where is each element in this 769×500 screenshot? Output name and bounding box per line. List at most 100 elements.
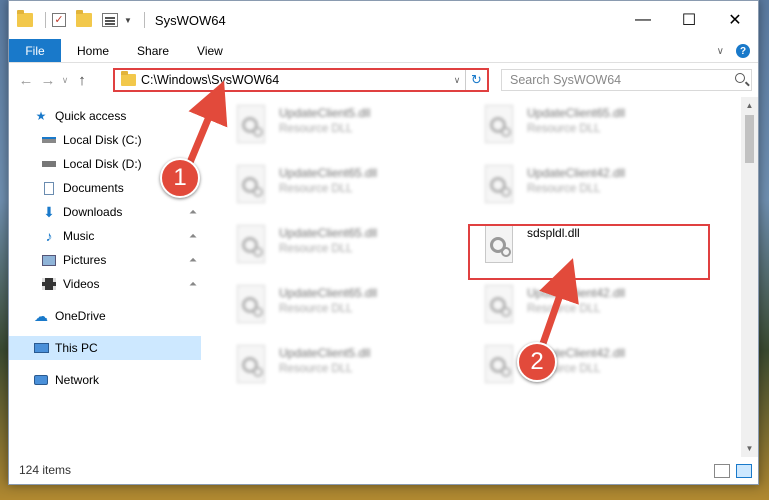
vertical-scrollbar[interactable]: ▲ ▼ <box>741 97 758 457</box>
quick-access-toolbar: ✓ ▼ <box>17 1 151 39</box>
tab-view[interactable]: View <box>183 39 237 62</box>
sidebar-item-label: OneDrive <box>55 309 106 323</box>
scrollbar-thumb[interactable] <box>745 115 754 163</box>
network-icon <box>33 373 49 387</box>
sidebar-item-onedrive[interactable]: ☁ OneDrive <box>9 304 201 328</box>
file-type: Resource DLL <box>527 183 601 195</box>
pictures-icon <box>41 253 57 267</box>
properties-icon[interactable] <box>102 13 118 27</box>
file-highlight-box <box>468 224 710 280</box>
properties-check-icon[interactable]: ✓ <box>52 13 66 27</box>
search-icon <box>735 73 745 83</box>
file-item[interactable]: UpdateClient5.dll Resource DLL <box>233 345 453 401</box>
downloads-icon: ⬇ <box>43 203 55 220</box>
file-name: UpdateClient65.dll <box>279 286 378 300</box>
dll-file-icon <box>233 165 269 209</box>
minimize-button[interactable]: — <box>620 1 666 39</box>
file-type: Resource DLL <box>279 243 353 255</box>
videos-icon <box>41 277 57 291</box>
file-item[interactable]: UpdateClient42.dll Resource DLL <box>481 345 701 401</box>
status-bar: 124 items <box>9 456 758 484</box>
sidebar-item-music[interactable]: ♪ Music ⏶ <box>9 224 201 248</box>
sidebar-item-label: Local Disk (C:) <box>63 133 142 147</box>
pin-icon[interactable]: ⏶ <box>189 279 197 290</box>
sidebar-item-local-disk-c[interactable]: Local Disk (C:) <box>9 128 201 152</box>
forward-arrow-icon[interactable]: → <box>37 72 59 89</box>
dll-file-icon <box>233 345 269 389</box>
sidebar-item-quick-access[interactable]: ★ Quick access <box>9 104 201 128</box>
address-dropdown-chevron-icon[interactable]: ∨ <box>449 75 465 86</box>
sidebar-item-videos[interactable]: Videos ⏶ <box>9 272 201 296</box>
folder-icon <box>17 10 33 27</box>
pin-icon[interactable]: ⏶ <box>189 255 197 266</box>
file-type: Resource DLL <box>527 123 601 135</box>
dll-file-icon <box>481 105 517 149</box>
refresh-icon[interactable]: ↻ <box>465 70 487 90</box>
navigation-bar: ← → ∨ ↑ C:\Windows\SysWOW64 ∨ ↻ Search S… <box>9 63 758 97</box>
dll-file-icon <box>233 225 269 269</box>
dll-file-icon <box>233 285 269 329</box>
file-type: Resource DLL <box>279 123 353 135</box>
sidebar-item-label: Pictures <box>63 253 107 267</box>
navigation-pane: ★ Quick access Local Disk (C:) Local Dis… <box>9 97 201 457</box>
file-type: Resource DLL <box>527 303 601 315</box>
file-name: UpdateClient5.dll <box>279 346 371 360</box>
sidebar-item-label: Network <box>55 373 100 387</box>
back-arrow-icon[interactable]: ← <box>15 72 37 89</box>
sidebar-item-label: Downloads <box>63 205 123 219</box>
tab-file[interactable]: File <box>9 39 61 62</box>
drive-icon <box>41 133 57 147</box>
sidebar-item-pictures[interactable]: Pictures ⏶ <box>9 248 201 272</box>
address-bar[interactable]: C:\Windows\SysWOW64 ∨ ↻ <box>113 68 489 92</box>
address-path[interactable]: C:\Windows\SysWOW64 <box>141 73 449 87</box>
window-controls: — ☐ ✕ <box>620 1 758 39</box>
file-item[interactable]: UpdateClient65.dll Resource DLL <box>233 285 453 341</box>
details-view-icon[interactable] <box>714 464 730 478</box>
sidebar-item-label: This PC <box>55 341 98 355</box>
file-item[interactable]: UpdateClient65.dll Resource DLL <box>233 225 453 281</box>
file-name: UpdateClient65.dll <box>279 226 378 240</box>
tab-share[interactable]: Share <box>123 39 183 62</box>
step-badge-1: 1 <box>160 158 200 198</box>
file-item[interactable]: UpdateClient42.dll Resource DLL <box>481 285 701 341</box>
scroll-down-arrow-icon[interactable]: ▼ <box>741 440 758 457</box>
drive-icon <box>41 157 57 171</box>
large-icons-view-icon[interactable] <box>736 464 752 478</box>
window-title: SysWOW64 <box>154 12 226 28</box>
file-type: Resource DLL <box>279 363 353 375</box>
computer-icon <box>33 341 49 355</box>
star-icon: ★ <box>35 109 47 123</box>
file-item[interactable]: UpdateClient65.dll Resource DLL <box>233 165 453 221</box>
search-placeholder: Search SysWOW64 <box>510 73 622 87</box>
sidebar-item-this-pc[interactable]: This PC <box>9 336 201 360</box>
documents-icon <box>41 181 57 195</box>
sidebar-item-label: Local Disk (D:) <box>63 157 142 171</box>
sidebar-item-downloads[interactable]: ⬇ Downloads ⏶ <box>9 200 201 224</box>
file-item[interactable]: UpdateClient5.dll Resource DLL <box>233 105 453 161</box>
file-name: UpdateClient42.dll <box>527 166 626 180</box>
dll-file-icon <box>481 285 517 329</box>
cloud-icon: ☁ <box>34 307 48 324</box>
expand-ribbon-chevron-icon[interactable]: ∨ <box>717 46 724 57</box>
ribbon-right: ∨ ? <box>717 39 750 63</box>
close-button[interactable]: ✕ <box>712 1 758 39</box>
maximize-button[interactable]: ☐ <box>666 1 712 39</box>
customize-toolbar-chevron-icon[interactable]: ▼ <box>124 16 132 25</box>
search-input[interactable]: Search SysWOW64 <box>501 69 752 91</box>
tab-home[interactable]: Home <box>61 39 123 62</box>
file-name: UpdateClient42.dll <box>527 286 626 300</box>
scroll-up-arrow-icon[interactable]: ▲ <box>741 97 758 114</box>
new-folder-icon[interactable] <box>76 10 92 27</box>
help-icon[interactable]: ? <box>736 44 750 58</box>
sidebar-item-label: Music <box>63 229 95 243</box>
file-type: Resource DLL <box>279 183 353 195</box>
pin-icon[interactable]: ⏶ <box>189 231 197 242</box>
up-arrow-icon[interactable]: ↑ <box>71 72 93 89</box>
file-item[interactable]: UpdateClient65.dll Resource DLL <box>481 105 701 161</box>
file-item[interactable]: UpdateClient42.dll Resource DLL <box>481 165 701 221</box>
pin-icon[interactable]: ⏶ <box>189 207 197 218</box>
sidebar-item-label: Documents <box>63 181 124 195</box>
recent-locations-chevron-icon[interactable]: ∨ <box>59 75 71 86</box>
toolbar-divider <box>143 12 145 28</box>
sidebar-item-network[interactable]: Network <box>9 368 201 392</box>
